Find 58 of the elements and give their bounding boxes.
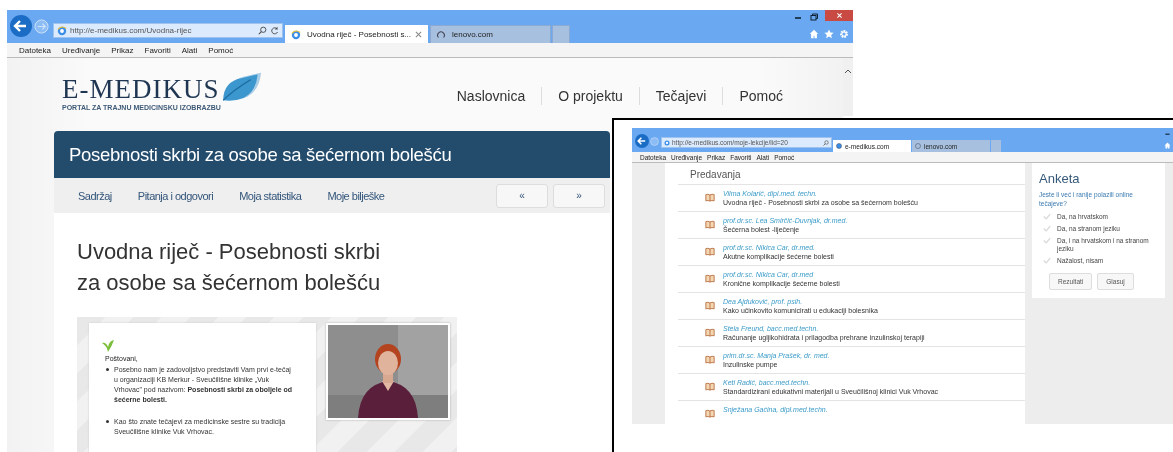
page-icon <box>836 143 842 149</box>
menu-item[interactable]: Favoriti <box>144 45 171 55</box>
menu-item[interactable]: Uređivanje <box>62 45 101 55</box>
nav-link[interactable]: Naslovnica <box>456 88 526 104</box>
subnav-link[interactable]: Sadržaj <box>78 189 112 202</box>
search-icon[interactable] <box>823 139 829 146</box>
page-icon <box>664 139 670 146</box>
sprout-icon <box>100 339 116 353</box>
page-icon <box>57 25 67 36</box>
book-icon <box>705 355 715 364</box>
book-icon <box>705 382 715 391</box>
course-title: Posebnosti skrbi za osobe sa šećernom bolešću <box>69 143 452 166</box>
page-icon <box>291 29 301 40</box>
pager-button[interactable]: « <box>496 183 548 208</box>
close-icon[interactable] <box>415 31 423 38</box>
section-title: Predavanja <box>690 169 742 180</box>
home-icon[interactable] <box>809 29 819 39</box>
address-bar[interactable]: http://e-medikus.com/Uvodna-rijec <box>53 23 283 38</box>
menu-item[interactable]: Pomoć <box>208 45 234 55</box>
book-icon <box>705 328 715 337</box>
subnav-link[interactable]: Pitanja i odgovori <box>137 189 214 202</box>
book-icon <box>705 409 715 418</box>
star-icon[interactable] <box>824 29 834 39</box>
home-icon[interactable] <box>1164 142 1171 149</box>
book-icon <box>705 220 715 229</box>
scrollbar[interactable] <box>843 58 853 116</box>
poll-title: Anketa <box>1039 171 1081 186</box>
browser-tab[interactable]: lenovo.com <box>430 25 552 43</box>
loading-icon <box>436 29 447 40</box>
forward-icon[interactable] <box>34 19 49 34</box>
close-button[interactable] <box>825 10 853 21</box>
back-icon[interactable] <box>10 15 32 37</box>
menu-item[interactable]: Alati <box>181 45 198 55</box>
close-icon <box>835 12 843 19</box>
page-icon <box>915 143 921 149</box>
bullet-dot <box>106 368 109 371</box>
scroll-up-icon[interactable] <box>844 68 852 74</box>
settings-icon[interactable] <box>839 29 849 39</box>
search-icon[interactable] <box>258 26 267 35</box>
book-icon <box>705 274 715 283</box>
nav-link[interactable]: Tečajevi <box>655 88 707 104</box>
restore-icon[interactable] <box>809 12 819 22</box>
book-icon <box>705 301 715 310</box>
site-logo[interactable]: E-MEDIKUS <box>62 76 220 102</box>
subnav-link[interactable]: Moja statistika <box>239 189 302 202</box>
refresh-icon[interactable] <box>270 26 279 35</box>
back-icon[interactable] <box>635 134 649 148</box>
nav-link[interactable]: Pomoć <box>739 88 783 104</box>
nav-link[interactable]: O projektu <box>558 88 623 104</box>
bullet-dot <box>106 420 109 423</box>
book-icon <box>705 193 715 202</box>
subnav-link[interactable]: Moje bilješke <box>327 189 385 202</box>
pager-button[interactable]: » <box>553 183 605 208</box>
lesson-heading: Uvodna riječ - Posebnosti skrbi za osobe sa šećernom bolešću <box>77 238 382 297</box>
browser-tab[interactable]: Uvodna riječ - Posebnosti s... <box>285 25 429 43</box>
menu-item[interactable]: Datoteka <box>19 45 52 55</box>
menu-item[interactable]: Prikaz <box>111 45 134 55</box>
book-icon <box>705 247 715 256</box>
